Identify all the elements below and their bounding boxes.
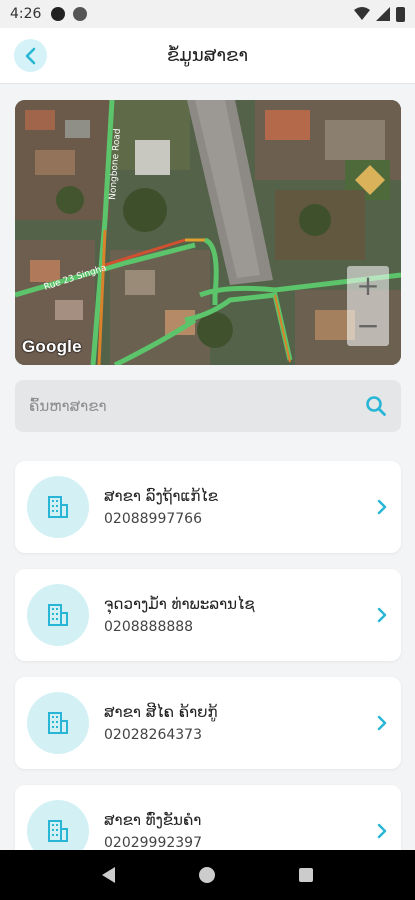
chevron-right-icon [377,823,387,839]
branch-name: ສາຂາ ສີໄຄ ຄ້າຍກູ້ [104,703,218,721]
map-view[interactable]: Nongbone Road Rue 23 Singha + − Google [15,100,401,365]
building-icon [48,820,68,842]
branch-name: ສາຂາ ທົ່ງຂັນຄໍາ [104,811,202,829]
search-input[interactable] [29,397,365,415]
branch-avatar [27,476,89,538]
branch-list-item[interactable]: ສາຂາ ສີໄຄ ຄ້າຍກູ້ 02028264373 [15,677,401,769]
branch-avatar [27,692,89,754]
app-header: ຂໍ້ມູນສາຂາ [0,28,415,84]
zoom-in-button[interactable]: + [347,266,389,306]
branch-list: ສາຂາ ລົງຖ້າແກ້ໄຂ 02088997766 ຈຸດວາງມ້ຳ ທ… [15,461,401,893]
zoom-control: + − [347,266,389,346]
branch-phone: 02088997766 [104,511,202,527]
branch-name: ຈຸດວາງມ້ຳ ທ່າພະລານໄຊ [104,595,255,613]
building-icon [48,604,68,626]
chevron-right-icon [377,607,387,623]
satellite-map-image: Nongbone Road Rue 23 Singha [15,100,401,365]
search-icon[interactable] [365,395,387,417]
system-nav-bar [0,850,415,900]
branch-list-item[interactable]: ສາຂາ ລົງຖ້າແກ້ໄຂ 02088997766 [15,461,401,553]
status-time: 4:26 [10,6,42,22]
branch-phone: 02028264373 [104,727,202,743]
battery-icon [396,6,405,22]
chevron-right-icon [377,499,387,515]
notification-dot-icon [73,7,88,21]
chevron-left-icon [25,47,35,64]
branch-phone: 02029992397 [104,835,202,851]
branch-avatar [27,584,89,646]
search-bar [15,380,401,432]
signal-icon [376,7,390,21]
building-icon [48,712,68,734]
notification-dot-icon [51,7,66,21]
nav-home-icon[interactable] [199,867,215,883]
page-title: ຂໍ້ມູນສາຂາ [166,45,249,66]
zoom-out-button[interactable]: − [347,306,389,346]
nav-recents-icon[interactable] [299,868,313,882]
chevron-right-icon [377,715,387,731]
back-button[interactable] [14,39,47,72]
building-icon [48,496,68,518]
branch-phone: 0208888888 [104,619,194,635]
google-logo: Google [22,337,82,356]
nav-back-icon[interactable] [102,867,115,883]
branch-list-item[interactable]: ຈຸດວາງມ້ຳ ທ່າພະລານໄຊ 0208888888 [15,569,401,661]
branch-name: ສາຂາ ລົງຖ້າແກ້ໄຂ [104,487,219,505]
wifi-icon [354,7,370,20]
status-bar: 4:26 [0,0,415,28]
